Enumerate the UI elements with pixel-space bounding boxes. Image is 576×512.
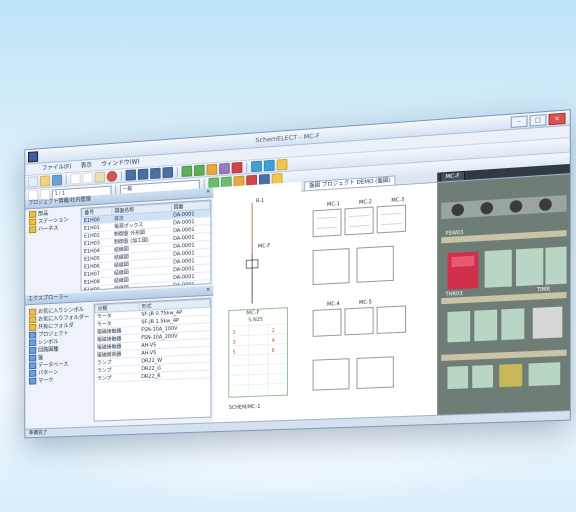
layer-icon[interactable] — [219, 163, 230, 175]
app-icon — [28, 151, 38, 162]
cut-icon[interactable] — [70, 173, 80, 184]
tab-3d[interactable]: MC-F — [440, 171, 464, 182]
svg-text:6: 6 — [272, 348, 275, 354]
zoom-out-icon[interactable] — [264, 160, 275, 172]
folder-icon — [29, 218, 36, 225]
schematic-part-label: MC-F — [258, 243, 270, 250]
folder-icon — [29, 362, 36, 369]
drawing-label: MC-5 — [359, 300, 372, 307]
schematic-ref-label: R-1 — [256, 198, 264, 204]
nav-next-icon[interactable] — [150, 168, 160, 179]
copy-icon[interactable] — [83, 172, 93, 183]
folder-icon — [29, 332, 36, 339]
component-icon[interactable] — [182, 165, 193, 176]
3d-view-pane[interactable]: MC-F PSW03 THR03 TIMR — [437, 164, 570, 424]
table-cell: E1H09 — [82, 285, 112, 291]
schematic-pane[interactable]: 1 3 5 2 4 6 R-1 MC-F MC-F S-N25 SCHEM/MC-1 — [213, 182, 302, 432]
menu-file[interactable]: ファイル(F) — [42, 161, 72, 174]
folder-icon — [29, 226, 36, 233]
open-icon[interactable] — [40, 175, 50, 186]
drawing-label: MC-3 — [391, 197, 404, 204]
table-subtitle: S-N25 — [248, 317, 263, 324]
nav-last-icon[interactable] — [163, 167, 173, 178]
drawing-label: MC-4 — [327, 301, 340, 308]
drawing-label: MC-2 — [359, 199, 372, 206]
nav-prev-icon[interactable] — [138, 169, 148, 180]
svg-text:5: 5 — [233, 350, 236, 356]
folder-icon — [29, 316, 36, 323]
save-icon[interactable] — [52, 175, 62, 186]
close-button[interactable]: × — [549, 113, 566, 126]
folder-icon — [29, 370, 36, 377]
3d-label: THR03 — [445, 291, 462, 298]
menu-view[interactable]: 表示 — [81, 160, 92, 171]
schematic-canvas[interactable]: 1 3 5 2 4 6 — [213, 182, 301, 424]
explorer-tree: お気に入りシンボル お気に入りフォルダー 共有にフォルダ プロジェクト シンボル 回路図種… — [25, 303, 99, 387]
wire-icon[interactable] — [194, 165, 205, 177]
svg-text:4: 4 — [272, 338, 275, 344]
folder-icon — [29, 324, 36, 331]
stop-icon[interactable] — [107, 171, 117, 182]
nav-first-icon[interactable] — [126, 169, 136, 180]
table-cell: ランプ — [95, 373, 139, 383]
new-icon[interactable] — [28, 176, 38, 187]
symbol-icon[interactable] — [207, 164, 218, 176]
tree-item[interactable]: マーク — [29, 375, 96, 385]
minimize-button[interactable]: – — [511, 115, 528, 127]
folder-icon — [29, 378, 36, 385]
folder-icon — [29, 355, 36, 362]
project-tree: 部品 ステーション ハーネス — [25, 206, 86, 237]
explorer-panel-title: エクスプローラー — [28, 294, 68, 302]
app-window: SchemELECT - MC-F – □ × ファイル(F) 表示 ウィンドウ… — [24, 109, 570, 438]
help-icon[interactable] — [277, 159, 288, 171]
folder-icon — [29, 339, 36, 346]
3d-canvas[interactable] — [437, 174, 570, 424]
svg-text:2: 2 — [272, 328, 275, 334]
drawing-list: 番号 図面名称 図番 E1H00 目次 DA-0001 E1H01 電源ボックス DA-0… — [81, 199, 212, 290]
panel-close-icon[interactable]: × — [206, 286, 210, 295]
panel-drawing-pane[interactable]: 盤図 プロジェクト DEMO (盤図) MC-1 MC-2 MC-3 MC-4 … — [301, 173, 438, 429]
folder-icon — [29, 211, 36, 218]
left-pane: プロジェクト情報/社内管理 × 部品 ステーション ハーネス 番号 図面名称 図… — [25, 188, 214, 438]
panel-close-icon[interactable]: × — [206, 188, 210, 197]
table-title: MC-F — [246, 310, 259, 317]
3d-label: PSW03 — [445, 230, 463, 237]
schematic-footer: SCHEM/MC-1 — [229, 404, 261, 411]
drawing-label: MC-1 — [327, 201, 340, 208]
zoom-in-icon[interactable] — [251, 161, 262, 173]
maximize-button[interactable]: □ — [530, 114, 547, 127]
svg-text:1: 1 — [233, 330, 236, 336]
window-title: SchemELECT - MC-F — [255, 132, 319, 145]
status-text: 準備完了 — [29, 430, 47, 436]
part-list: 分類 形式 モータ SF-JR 0.75kw_4P モータ SF-JR 1.5kw_4… — [94, 298, 212, 422]
delete-icon[interactable] — [232, 162, 243, 174]
3d-label: TIMR — [537, 287, 550, 294]
folder-icon — [29, 347, 36, 354]
paste-icon[interactable] — [95, 172, 105, 183]
folder-icon — [29, 309, 36, 316]
table-cell: DR22_R — [139, 370, 210, 381]
svg-text:3: 3 — [233, 340, 236, 346]
